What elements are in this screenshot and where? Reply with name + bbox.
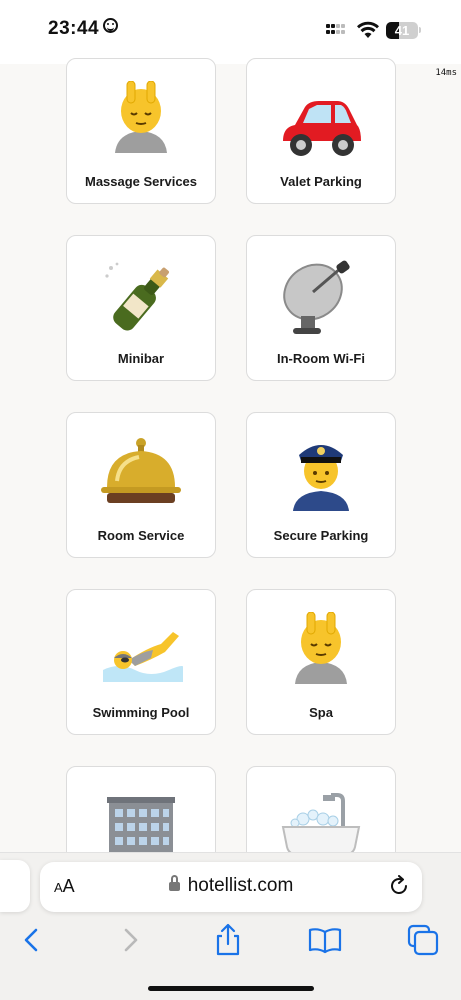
bellhop-bell-icon: [101, 438, 181, 503]
amenity-label: Massage Services: [84, 174, 198, 189]
status-bar: 23:44 41: [0, 0, 461, 64]
wifi-icon: [357, 21, 379, 38]
share-icon[interactable]: [210, 922, 246, 958]
police-officer-icon: [293, 445, 349, 511]
cellular-signal-icon: [326, 24, 346, 40]
amenity-label: Minibar: [117, 351, 165, 366]
satellite-dish-icon: [283, 260, 350, 334]
lock-icon: [168, 875, 180, 891]
battery-percentage: 41: [394, 23, 410, 38]
amenity-card-secure-parking[interactable]: Secure Parking: [246, 412, 396, 558]
amenity-card-room-service[interactable]: Room Service: [66, 412, 216, 558]
amenity-card-massage-services[interactable]: Massage Services: [66, 58, 216, 204]
amenity-card-in-room-wifi[interactable]: In-Room Wi-Fi: [246, 235, 396, 381]
bookmarks-icon[interactable]: [307, 922, 343, 958]
amenity-label: Secure Parking: [273, 528, 369, 543]
swimmer-icon: [103, 632, 183, 682]
smiley-icon: [103, 18, 119, 33]
back-button[interactable]: [14, 922, 50, 958]
amenity-label: Room Service: [97, 528, 185, 543]
car-icon: [283, 101, 361, 156]
amenity-card-valet-parking[interactable]: Valet Parking: [246, 58, 396, 204]
bathtub-icon: [281, 793, 361, 856]
battery-icon: 41: [386, 22, 418, 39]
amenity-card-spa[interactable]: Spa: [246, 589, 396, 735]
tabs-icon[interactable]: [405, 922, 441, 958]
amenity-card-minibar[interactable]: Minibar: [66, 235, 216, 381]
reload-icon[interactable]: [388, 875, 410, 897]
url-display[interactable]: hotellist.com: [40, 875, 422, 897]
render-timing-label: 14ms: [435, 68, 457, 78]
amenity-card-swimming-pool[interactable]: Swimming Pool: [66, 589, 216, 735]
amenity-label: Valet Parking: [280, 174, 362, 189]
massage-icon: [115, 81, 167, 153]
forward-button[interactable]: [112, 922, 148, 958]
amenity-label: Spa: [309, 705, 333, 720]
massage-icon: [295, 612, 347, 684]
status-time: 23:44: [48, 18, 119, 40]
address-bar[interactable]: AA hotellist.com: [40, 862, 422, 912]
previous-tab-preview[interactable]: [0, 860, 30, 912]
amenity-label: Swimming Pool: [92, 705, 190, 720]
home-indicator: [148, 986, 314, 991]
champagne-icon: [105, 262, 169, 331]
amenity-label: In-Room Wi-Fi: [277, 351, 365, 366]
